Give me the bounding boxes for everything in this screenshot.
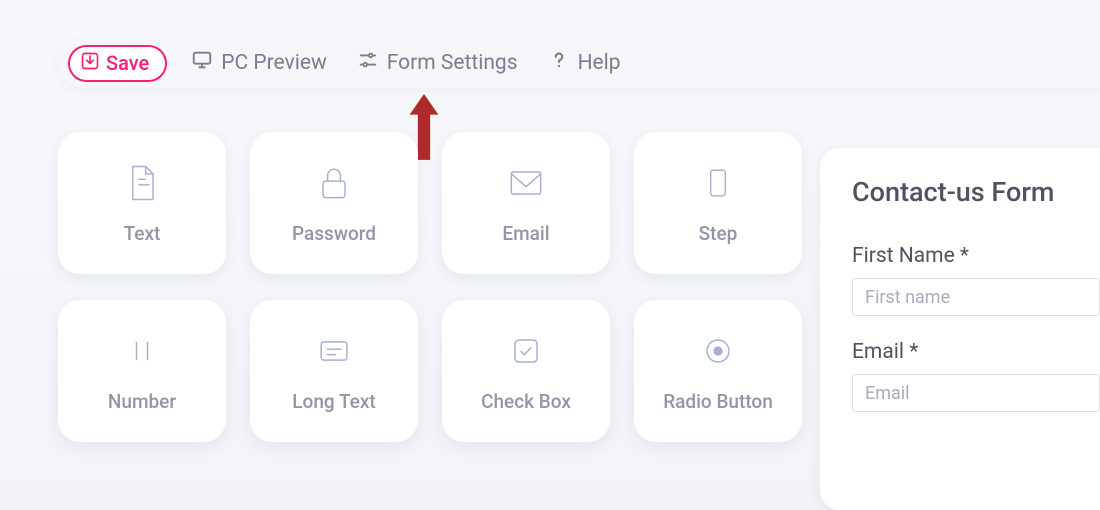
palette-item-email[interactable]: Email bbox=[442, 132, 610, 274]
field-label-email: Email * bbox=[852, 340, 1100, 364]
monitor-icon bbox=[191, 49, 213, 77]
form-settings-button[interactable]: Form Settings bbox=[351, 45, 524, 81]
pc-preview-button[interactable]: PC Preview bbox=[185, 45, 333, 81]
help-button[interactable]: Help bbox=[542, 45, 627, 81]
palette-item-radio[interactable]: Radio Button bbox=[634, 300, 802, 442]
form-title: Contact-us Form bbox=[852, 176, 1100, 208]
palette-label: Password bbox=[292, 223, 376, 245]
palette-item-longtext[interactable]: Long Text bbox=[250, 300, 418, 442]
save-label: Save bbox=[106, 51, 149, 75]
form-settings-label: Form Settings bbox=[387, 51, 518, 75]
palette-item-password[interactable]: Password bbox=[250, 132, 418, 274]
palette-label: Long Text bbox=[292, 391, 375, 413]
step-icon bbox=[696, 161, 740, 209]
lock-icon bbox=[312, 161, 356, 209]
palette-label: Email bbox=[502, 223, 549, 245]
document-icon bbox=[120, 161, 164, 209]
envelope-icon bbox=[504, 161, 548, 209]
palette-item-step[interactable]: Step bbox=[634, 132, 802, 274]
radio-icon bbox=[696, 329, 740, 377]
palette-label: Step bbox=[699, 223, 738, 245]
palette-label: Check Box bbox=[481, 391, 571, 413]
pc-preview-label: PC Preview bbox=[221, 51, 327, 75]
firstname-placeholder: First name bbox=[865, 287, 950, 308]
palette-label: Number bbox=[108, 391, 176, 413]
toolbar: Save PC Preview Form Settings Help bbox=[58, 38, 1100, 88]
question-icon bbox=[548, 49, 570, 77]
longtext-icon bbox=[312, 329, 356, 377]
palette-label: Radio Button bbox=[663, 391, 773, 413]
email-input[interactable]: Email bbox=[852, 374, 1100, 412]
palette-item-text[interactable]: Text bbox=[58, 132, 226, 274]
palette-item-number[interactable]: Number bbox=[58, 300, 226, 442]
firstname-input[interactable]: First name bbox=[852, 278, 1100, 316]
field-palette: Text Password Email Step Number Long Tex… bbox=[58, 132, 798, 442]
number-icon bbox=[120, 329, 164, 377]
field-label-firstname: First Name * bbox=[852, 244, 1100, 268]
email-placeholder: Email bbox=[865, 383, 910, 404]
help-label: Help bbox=[578, 51, 621, 75]
save-icon bbox=[80, 51, 100, 76]
palette-item-checkbox[interactable]: Check Box bbox=[442, 300, 610, 442]
sliders-icon bbox=[357, 49, 379, 77]
save-button[interactable]: Save bbox=[68, 45, 167, 82]
palette-label: Text bbox=[124, 223, 161, 245]
form-preview-panel: Contact-us Form First Name * First name … bbox=[820, 148, 1100, 510]
checkbox-icon bbox=[504, 329, 548, 377]
